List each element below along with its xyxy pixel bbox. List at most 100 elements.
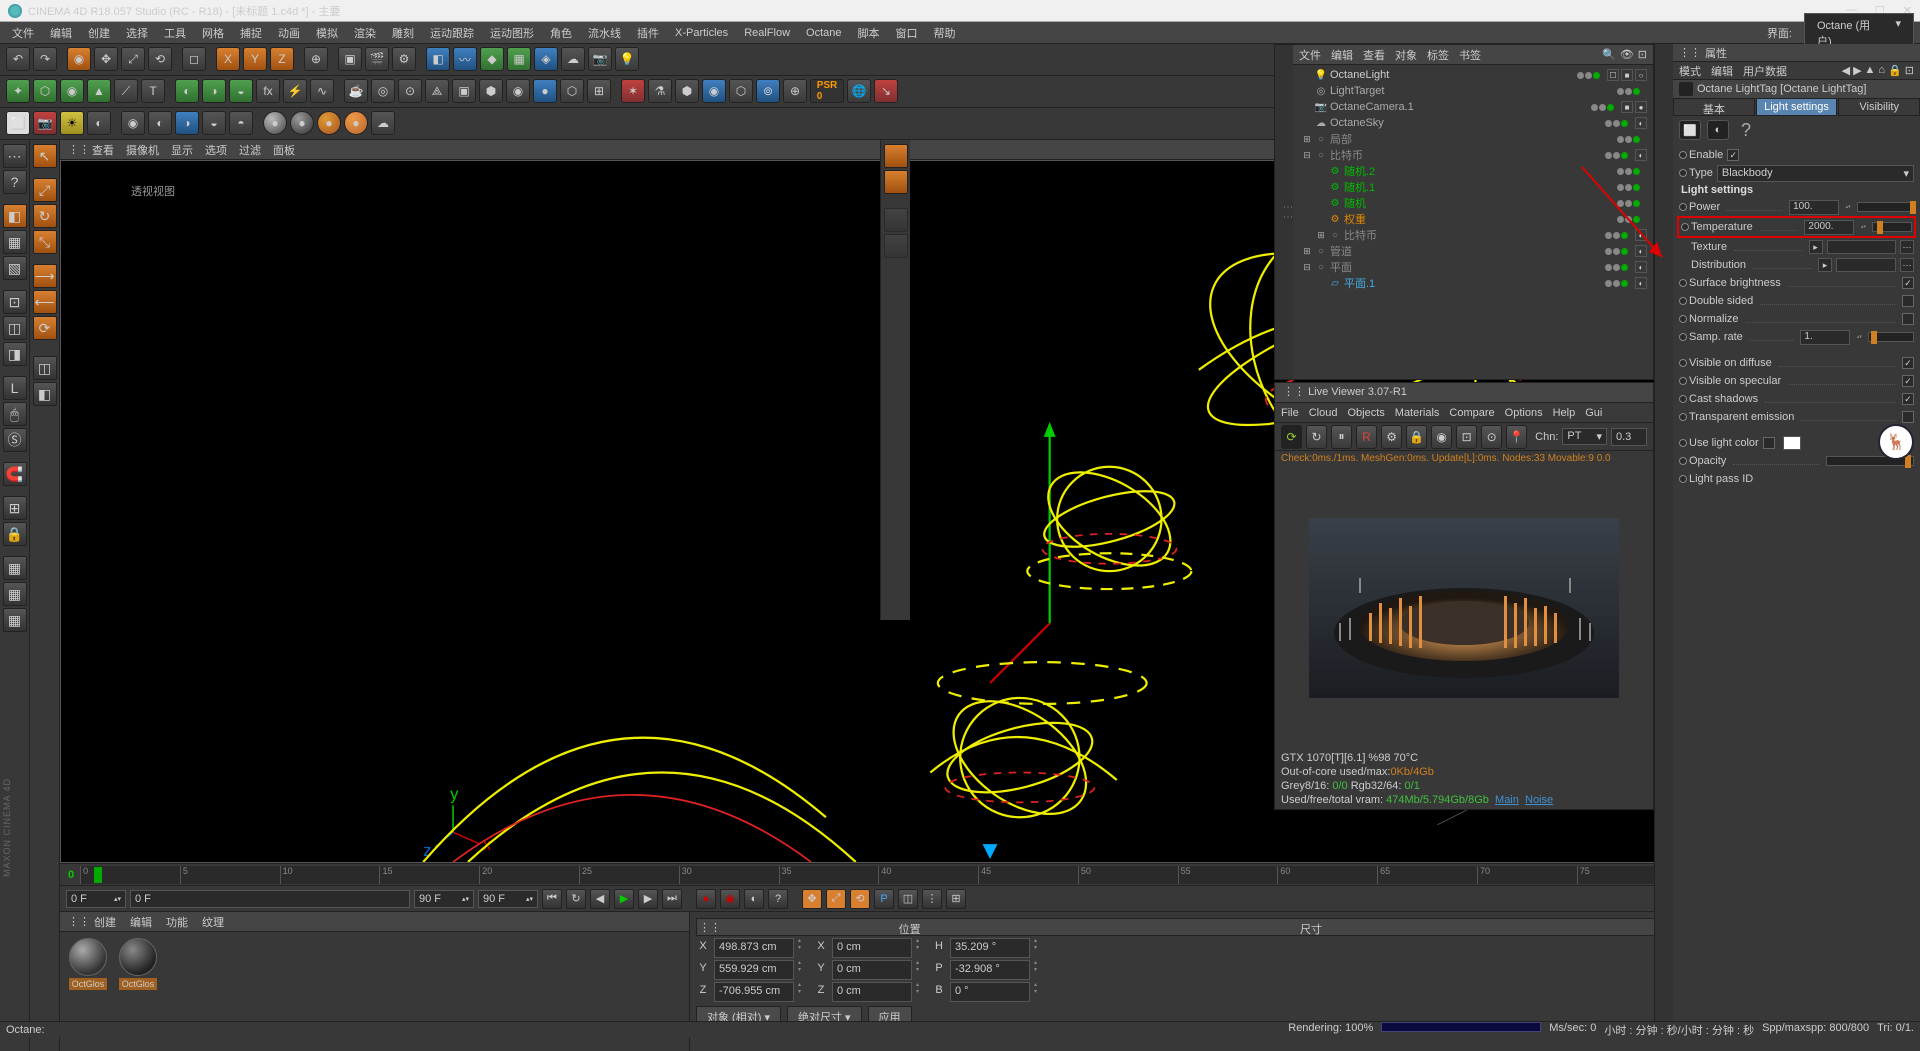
rt1-b[interactable] (884, 170, 908, 194)
live-reload-button[interactable]: ↻ (1306, 425, 1327, 449)
timeline-playhead[interactable] (94, 867, 102, 883)
temperature-slider[interactable] (1872, 222, 1912, 232)
obj-menu-edit[interactable]: 编辑 (1331, 47, 1353, 63)
mograph-5[interactable]: ⟋ (114, 79, 138, 103)
temperature-input[interactable]: 2000. (1804, 220, 1854, 235)
misc-9[interactable]: ⬡ (560, 79, 584, 103)
mat-1[interactable]: ⬜ (6, 111, 30, 135)
misc-8[interactable]: ● (533, 79, 557, 103)
xp-7[interactable]: ⊕ (783, 79, 807, 103)
xp-6[interactable]: ⊚ (756, 79, 780, 103)
move-button[interactable]: ✥ (94, 47, 118, 71)
obj-side-handle[interactable]: ⋮⋮ (1275, 45, 1293, 379)
distribution-field[interactable] (1836, 258, 1896, 272)
mat-4[interactable]: ◐ (87, 111, 111, 135)
object-tree-item[interactable]: ⊟ ○ 比特币 ◐ (1295, 147, 1651, 163)
pk-etc2-button[interactable]: ⊞ (946, 889, 966, 909)
generator-button[interactable]: ◆ (480, 47, 504, 71)
menu-select[interactable]: 选择 (120, 23, 154, 43)
xp-8[interactable]: 🌐 (847, 79, 871, 103)
attr-tab-light-settings[interactable]: Light settings (1756, 98, 1838, 116)
xp-4[interactable]: ◉ (702, 79, 726, 103)
double-sided-checkbox[interactable] (1902, 295, 1914, 307)
render-view-button[interactable]: ▣ (338, 47, 362, 71)
transparent-emission-checkbox[interactable] (1902, 411, 1914, 423)
redo-button[interactable]: ↷ (33, 47, 57, 71)
attr-menu-edit[interactable]: 编辑 (1711, 63, 1733, 79)
obj-search-icon[interactable]: 🔍 (1602, 48, 1616, 61)
live-menu-file[interactable]: File (1281, 407, 1299, 419)
obj-menu-view[interactable]: 查看 (1363, 47, 1385, 63)
attr-nav-fwd[interactable]: ▶ (1853, 64, 1861, 77)
mat-tab-edit[interactable]: 编辑 (130, 914, 152, 930)
menu-render[interactable]: 渲染 (348, 23, 382, 43)
menu-mesh[interactable]: 网格 (196, 23, 230, 43)
play-button[interactable]: ▶ (614, 889, 634, 909)
model-mode-button[interactable]: ◧ (3, 204, 27, 228)
mat-2[interactable]: 📷 (33, 111, 57, 135)
snap-button[interactable]: Ⓢ (3, 428, 27, 452)
obj-eye-icon[interactable]: 👁 (1620, 48, 1634, 61)
live-render-area[interactable] (1275, 467, 1653, 749)
menu-tools[interactable]: 工具 (158, 23, 192, 43)
menu-file[interactable]: 文件 (6, 23, 40, 43)
vp-menu-cameras[interactable]: 摄像机 (126, 142, 159, 158)
frame-end-b-input[interactable]: 90 F▴▾ (478, 890, 538, 908)
frame-current-input[interactable]: 0 F (130, 890, 410, 908)
psr-button[interactable]: PSR0 (810, 79, 844, 103)
mat-tab-texture[interactable]: 纹理 (202, 914, 224, 930)
z-axis-button[interactable]: Z (270, 47, 294, 71)
lt2-a[interactable]: ⟶ (33, 264, 57, 288)
misc-2[interactable]: ◎ (371, 79, 395, 103)
lt-help[interactable]: ? (3, 170, 27, 194)
coord-system-button[interactable]: ⊕ (304, 47, 328, 71)
live-menu-gui[interactable]: Gui (1585, 407, 1602, 419)
xp-2[interactable]: ⚗ (648, 79, 672, 103)
loop-button[interactable]: ↻ (566, 889, 586, 909)
lt2-b[interactable]: ⟵ (33, 290, 57, 314)
mat-8[interactable]: ◒ (202, 111, 226, 135)
rt1-c[interactable] (884, 208, 908, 232)
effector-1[interactable]: ◐ (175, 79, 199, 103)
menu-motiontrack[interactable]: 运动跟踪 (424, 23, 480, 43)
attr-menu-userdata[interactable]: 用户数据 (1743, 63, 1787, 79)
menu-help[interactable]: 帮助 (928, 23, 962, 43)
lt2-rotate[interactable]: ↻ (33, 204, 57, 228)
attr-tab-visibility[interactable]: Visibility (1838, 98, 1920, 116)
power-input[interactable]: 100. (1789, 200, 1839, 215)
samp-rate-spinner[interactable]: ▴▾ (1854, 334, 1864, 340)
xp-3[interactable]: ⬢ (675, 79, 699, 103)
scale-button[interactable]: ⤢ (121, 47, 145, 71)
mat-sphere-2[interactable]: ● (290, 111, 314, 135)
prev-frame-button[interactable]: ◀ (590, 889, 610, 909)
live-value-input[interactable]: 0.3 (1611, 428, 1647, 446)
menu-edit[interactable]: 编辑 (44, 23, 78, 43)
object-tree-item[interactable]: ⊞ ○ 比特币 ◐ (1295, 227, 1651, 243)
mat-sphere-4[interactable]: ● (344, 111, 368, 135)
texture-mode-button[interactable]: ▦ (3, 230, 27, 254)
surface-brightness-checkbox[interactable]: ✓ (1902, 277, 1914, 289)
mat-5[interactable]: ◉ (121, 111, 145, 135)
cast-shadows-checkbox[interactable]: ✓ (1902, 393, 1914, 405)
subdivision-button[interactable]: ▦ (507, 47, 531, 71)
mat-sphere-3[interactable]: ● (317, 111, 341, 135)
grid-1[interactable]: ▦ (3, 556, 27, 580)
record-button[interactable]: ● (696, 889, 716, 909)
object-tree-item[interactable]: ◎ LightTarget (1295, 83, 1651, 99)
object-tree-item[interactable]: ⊞ ○ 局部 (1295, 131, 1651, 147)
pk-param-button[interactable]: P (874, 889, 894, 909)
misc-5[interactable]: ▣ (452, 79, 476, 103)
effector-5[interactable]: ∿ (310, 79, 334, 103)
enable-checkbox[interactable]: ✓ (1727, 149, 1739, 161)
live-chn-dropdown[interactable]: PT▾ (1562, 428, 1607, 445)
magnet-button[interactable]: 🧲 (3, 462, 27, 486)
mat-sphere-5[interactable]: ☁ (371, 111, 395, 135)
lt2-e[interactable]: ◧ (33, 382, 57, 406)
live-menu-help[interactable]: Help (1553, 407, 1576, 419)
frame-end-a-input[interactable]: 90 F▴▾ (414, 890, 474, 908)
light-button[interactable]: 💡 (615, 47, 639, 71)
menu-simulate[interactable]: 模拟 (310, 23, 344, 43)
misc-1[interactable]: ☕ (344, 79, 368, 103)
use-light-color-checkbox[interactable] (1763, 437, 1775, 449)
point-mode-button[interactable]: ⊡ (3, 290, 27, 314)
